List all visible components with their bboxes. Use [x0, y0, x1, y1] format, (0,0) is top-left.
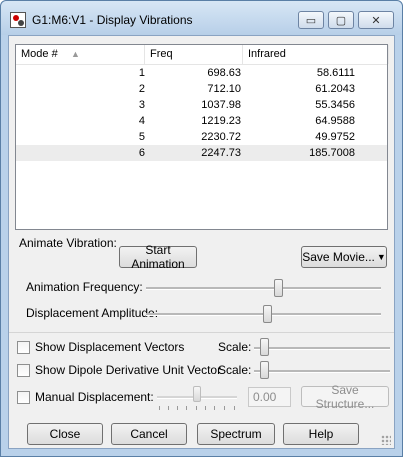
animation-frequency-slider[interactable] [274, 279, 283, 297]
infrared-cell: 58.6111 [316, 67, 355, 79]
show-displacement-vectors-checkbox[interactable] [17, 341, 30, 354]
separator [9, 332, 394, 333]
maximize-icon: ▢ [335, 14, 347, 27]
sort-ascending-icon: ▲ [71, 49, 80, 59]
window-title: G1:M6:V1 - Display Vibrations [32, 13, 193, 27]
infrared-cell: 185.7008 [309, 147, 355, 159]
infrared-cell: 61.2043 [315, 83, 355, 95]
manual-displacement-slider[interactable] [193, 386, 201, 402]
manual-displacement-input[interactable]: 0.00 [248, 387, 291, 407]
mode-cell: 5 [138, 131, 145, 143]
minimize-button[interactable]: ▭ [298, 11, 324, 29]
resize-grip-icon[interactable] [381, 435, 391, 445]
vectors-scale-slider[interactable] [260, 338, 269, 356]
dipole-scale-label: Scale: [218, 363, 252, 377]
column-header-infrared[interactable]: Infrared [243, 45, 389, 64]
minimize-icon: ▭ [305, 14, 317, 27]
mode-cell: 4 [138, 115, 145, 127]
dipole-scale-track [254, 370, 390, 373]
freq-cell: 1037.98 [201, 99, 241, 111]
close-button[interactable]: Close [27, 423, 103, 445]
show-displacement-vectors-label: Show Displacement Vectors [35, 340, 185, 354]
show-dipole-vector-checkbox[interactable] [17, 364, 30, 377]
infrared-cell: 64.9588 [315, 115, 355, 127]
manual-displacement-label: Manual Displacement: [35, 390, 154, 404]
dialog-body: Mode # ▲ Freq Infrared 1 698.63 58.6111 2 71… [8, 35, 395, 449]
spectrum-button[interactable]: Spectrum [197, 423, 275, 445]
vectors-scale-label: Scale: [218, 340, 252, 354]
freq-cell: 2230.72 [201, 131, 241, 143]
displacement-amplitude-label: Displacement Amplitude: [26, 306, 159, 320]
save-movie-button[interactable]: Save Movie... ▼ [301, 246, 387, 268]
infrared-cell: 55.3456 [315, 99, 355, 111]
save-structure-button[interactable]: Save Structure... [301, 383, 389, 411]
table-row[interactable]: 5 2230.72 49.9752 [16, 129, 387, 145]
column-header-freq[interactable]: Freq [145, 45, 243, 64]
display-vibrations-window: G1:M6:V1 - Display Vibrations ▭ ▢ ✕ Mode… [0, 0, 403, 457]
close-window-button[interactable]: ✕ [358, 11, 394, 29]
help-button[interactable]: Help [283, 423, 359, 445]
cancel-button[interactable]: Cancel [111, 423, 187, 445]
freq-cell: 2247.73 [201, 147, 241, 159]
vectors-scale-track [254, 347, 390, 350]
mode-cell: 1 [138, 67, 145, 79]
animation-frequency-label: Animation Frequency: [26, 280, 143, 294]
animate-vibration-group: Animate Vibration: Start Animation Save … [13, 232, 390, 324]
table-row[interactable]: 2 712.10 61.2043 [16, 81, 387, 97]
show-dipole-vector-label: Show Dipole Derivative Unit Vector [35, 363, 222, 377]
dropdown-arrow-icon: ▼ [376, 252, 386, 262]
manual-displacement-ticks [159, 406, 235, 411]
manual-displacement-checkbox[interactable] [17, 391, 30, 404]
animation-frequency-track [146, 287, 381, 290]
vibration-modes-table[interactable]: Mode # ▲ Freq Infrared 1 698.63 58.6111 2 71… [15, 44, 389, 230]
freq-cell: 1219.23 [201, 115, 241, 127]
table-header: Mode # ▲ Freq Infrared [16, 45, 389, 65]
app-icon [10, 12, 26, 28]
freq-cell: 698.63 [207, 67, 241, 79]
close-icon: ✕ [371, 14, 381, 27]
displacement-amplitude-slider[interactable] [263, 305, 272, 323]
title-bar[interactable]: G1:M6:V1 - Display Vibrations ▭ ▢ ✕ [1, 1, 402, 35]
table-row[interactable]: 6 2247.73 185.7008 [16, 145, 387, 161]
table-row[interactable]: 4 1219.23 64.9588 [16, 113, 387, 129]
mode-cell: 6 [138, 147, 145, 159]
mode-cell: 3 [138, 99, 145, 111]
maximize-button[interactable]: ▢ [328, 11, 354, 29]
freq-cell: 712.10 [207, 83, 241, 95]
dipole-scale-slider[interactable] [260, 361, 269, 379]
animate-vibration-label: Animate Vibration: [19, 236, 117, 250]
infrared-cell: 49.9752 [315, 131, 355, 143]
column-header-mode[interactable]: Mode # ▲ [16, 45, 145, 64]
mode-cell: 2 [138, 83, 145, 95]
table-row[interactable]: 3 1037.98 55.3456 [16, 97, 387, 113]
start-animation-button[interactable]: Start Animation [119, 243, 197, 271]
table-row[interactable]: 1 698.63 58.6111 [16, 65, 387, 81]
